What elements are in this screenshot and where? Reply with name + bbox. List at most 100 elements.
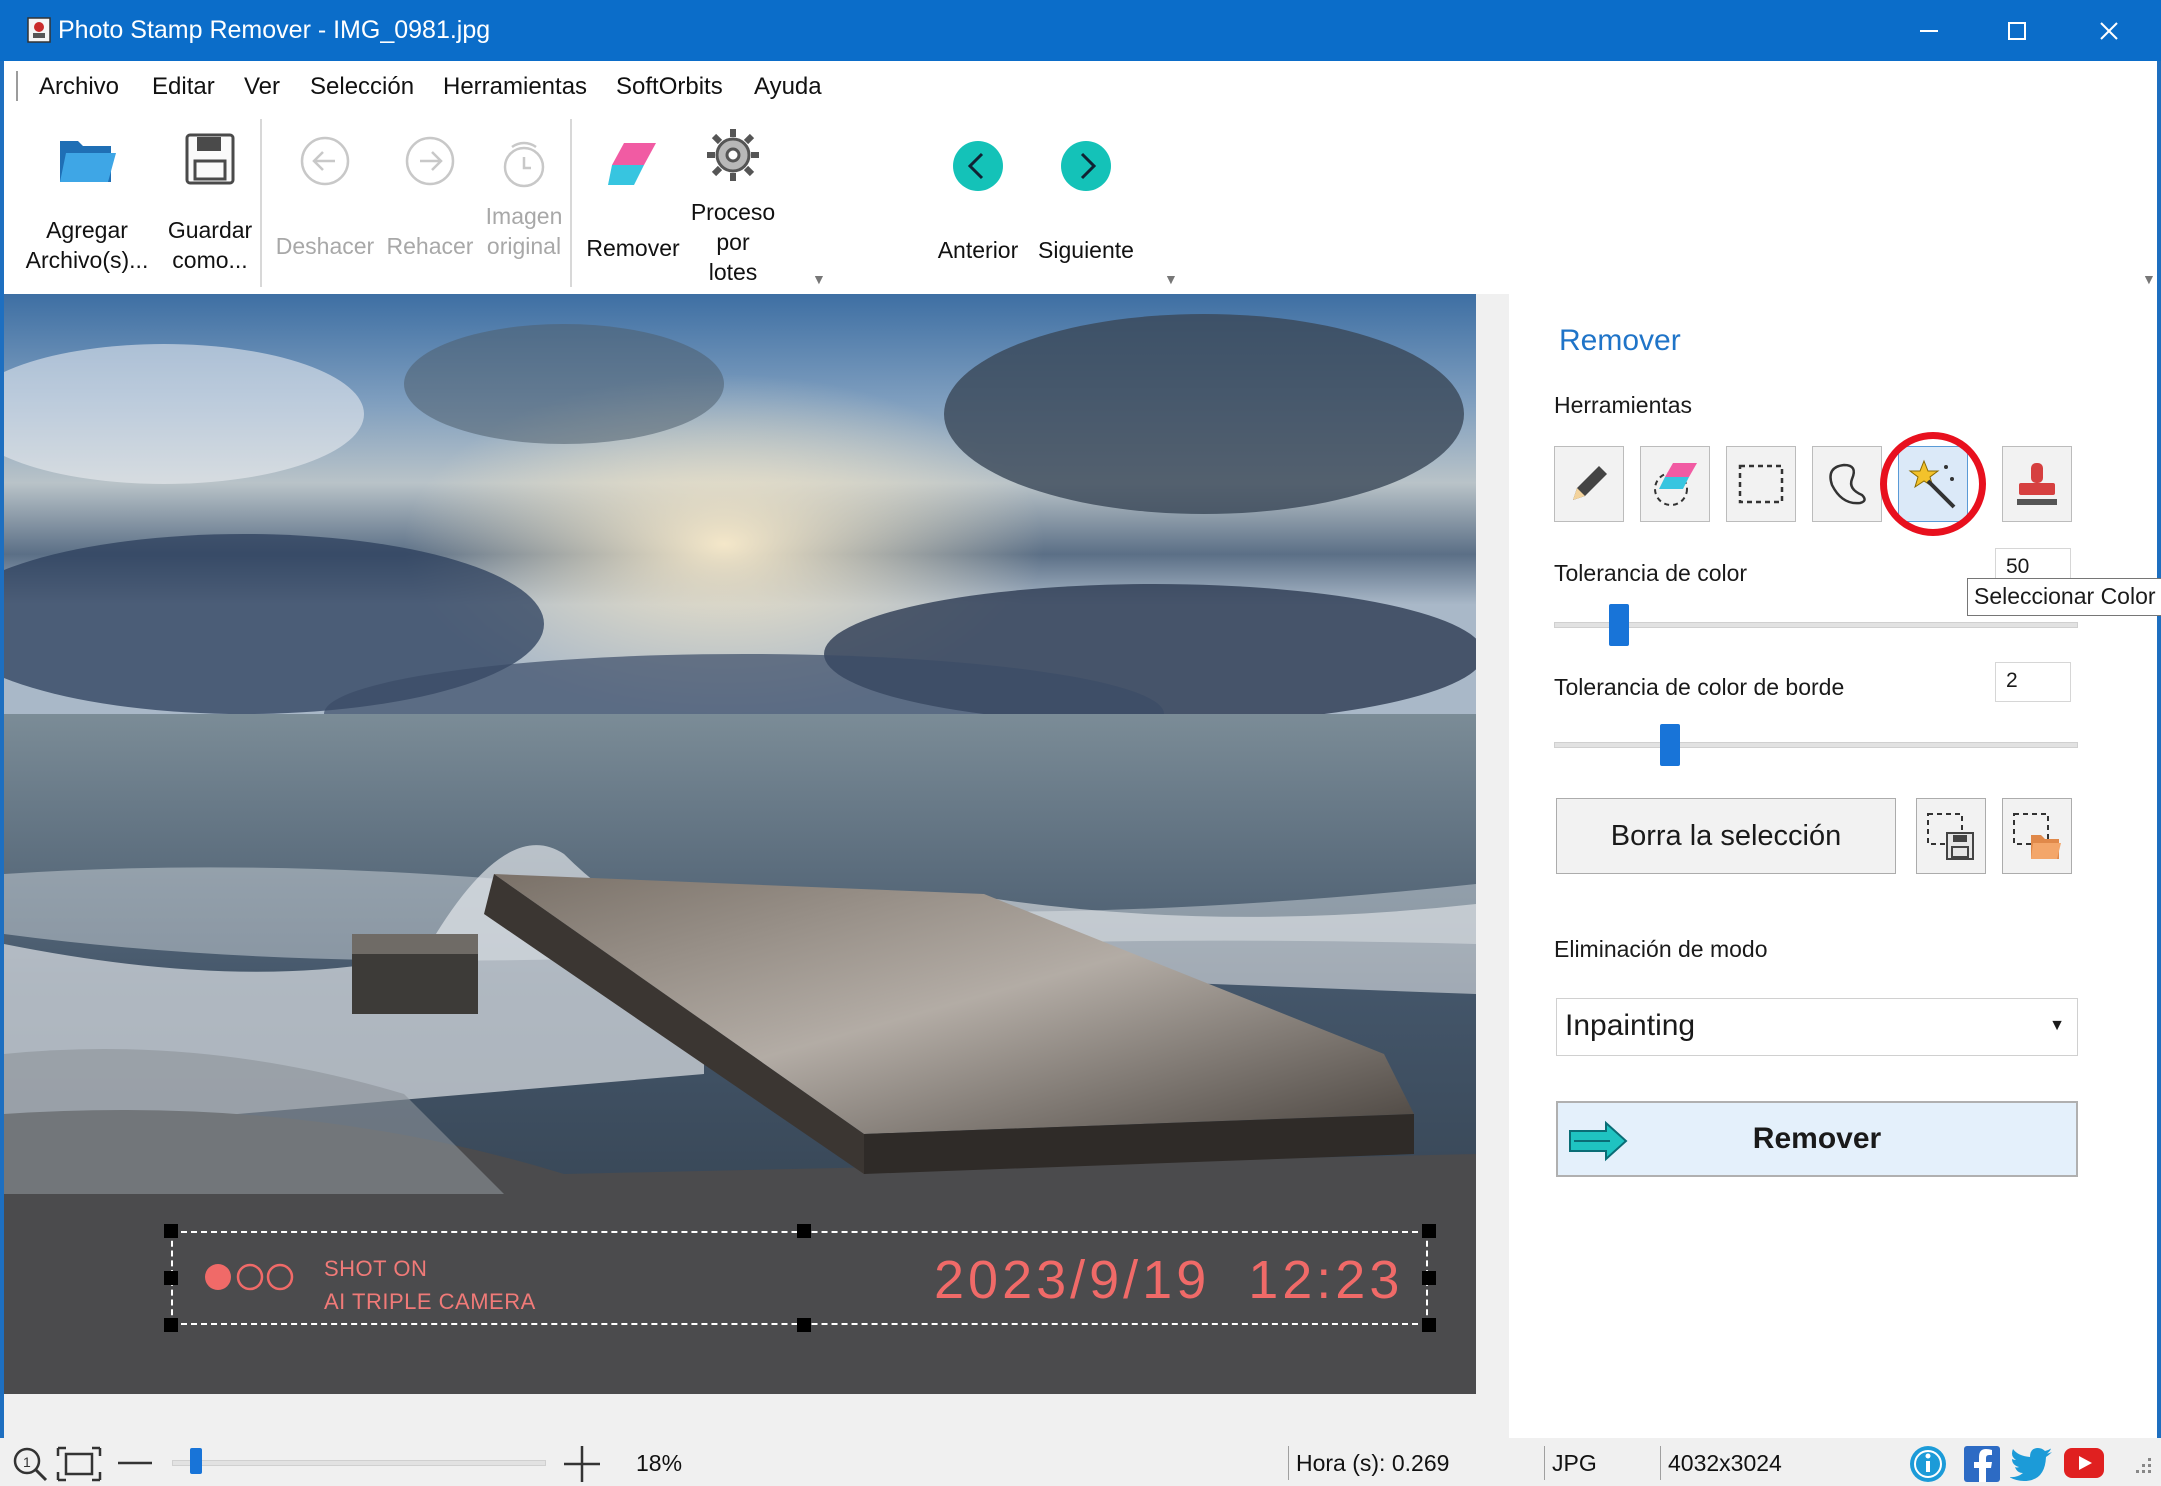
undo-button[interactable]: Deshacer [270, 135, 380, 261]
edge-tolerance-input[interactable]: 2 [1995, 662, 2071, 702]
twitter-icon[interactable] [2010, 1444, 2054, 1484]
lasso-icon [1829, 463, 1866, 505]
previous-arrow-icon [953, 141, 1003, 191]
window-border-right [2157, 61, 2161, 1438]
menu-grip [16, 71, 18, 101]
tooltip: Seleccionar Color [1967, 578, 2161, 616]
batch-process-button[interactable]: Proceso por lotes [678, 127, 788, 287]
facebook-icon[interactable] [1962, 1444, 2002, 1484]
maximize-button[interactable] [1971, 0, 2063, 61]
selection-handle[interactable] [164, 1271, 178, 1285]
status-separator [1544, 1446, 1545, 1480]
pencil-tool-button[interactable] [1554, 446, 1624, 522]
eraser-tool-button[interactable] [1640, 446, 1710, 522]
image-canvas[interactable]: SHOT ON AI TRIPLE CAMERA 2023/9/19 12:23 [4, 294, 1509, 1438]
rectangle-select-button[interactable] [1726, 446, 1796, 522]
tools-label: Herramientas [1554, 392, 1693, 418]
batch-label-1: Proceso [690, 199, 776, 225]
save-disk-icon [185, 133, 235, 185]
zoom-actual-size-icon[interactable]: 1 [12, 1446, 48, 1482]
menu-herramientas[interactable]: Herramientas [443, 73, 587, 101]
arrow-right-icon [1569, 1120, 1628, 1162]
original-image-label-2: original [486, 233, 562, 259]
add-files-label-2: Archivo(s)... [25, 247, 149, 273]
fit-to-window-icon[interactable] [56, 1446, 102, 1482]
image-format: JPG [1552, 1450, 1597, 1476]
folder-open-icon [60, 141, 116, 182]
redo-label: Rehacer [386, 233, 474, 259]
save-as-button[interactable]: Guardar como... [160, 131, 260, 275]
magic-wand-icon [1908, 459, 1956, 509]
magic-wand-tool-button[interactable] [1898, 446, 1968, 522]
resize-grip-icon[interactable] [2128, 1454, 2154, 1480]
save-selection-button[interactable] [1916, 798, 1986, 874]
rect-select-icon [1738, 464, 1784, 504]
menu-softorbits[interactable]: SoftOrbits [616, 73, 723, 101]
color-tolerance-slider[interactable] [1554, 622, 2078, 628]
selection-handle[interactable] [1422, 1271, 1436, 1285]
zoom-in-icon[interactable] [564, 1446, 600, 1482]
load-selection-button[interactable] [2002, 798, 2072, 874]
remove-button-label: Remover [1752, 1122, 1882, 1155]
remove-toolbar-label: Remover [586, 235, 680, 261]
menu-seleccion[interactable]: Selección [310, 73, 414, 101]
toolbar-overflow-icon[interactable]: ▼ [2142, 271, 2156, 287]
color-tolerance-slider-thumb[interactable] [1609, 604, 1630, 646]
batch-label-3: lotes [708, 259, 758, 285]
redo-button[interactable]: Rehacer [380, 135, 480, 261]
edge-tolerance-label: Tolerancia de color de borde [1554, 674, 1845, 700]
mode-dropdown[interactable]: Inpainting ▼ [1556, 998, 2078, 1056]
status-bar: 1 18% Hora (s): 0.269 JPG 4032x3024 [0, 1438, 2161, 1486]
next-arrow-icon [1061, 141, 1111, 191]
status-separator [1288, 1446, 1289, 1480]
info-icon[interactable] [1908, 1444, 1948, 1484]
title-bar: Photo Stamp Remover - IMG_0981.jpg [0, 0, 2161, 61]
minimize-button[interactable] [1883, 0, 1975, 61]
maximize-icon [2008, 21, 2026, 40]
batch-label-2: por [716, 229, 750, 255]
close-button[interactable] [2063, 0, 2155, 61]
remove-button[interactable]: Remover [1556, 1101, 2078, 1177]
selection-handle[interactable] [1422, 1318, 1436, 1332]
menu-ver[interactable]: Ver [244, 73, 280, 101]
lasso-tool-button[interactable] [1812, 446, 1882, 522]
original-image-button[interactable]: Imagen original [474, 139, 574, 261]
save-as-label-1: Guardar [167, 217, 253, 243]
selection-handle[interactable] [164, 1318, 178, 1332]
add-files-button[interactable]: Agregar Archivo(s)... [22, 131, 152, 275]
selection-box[interactable] [171, 1231, 1428, 1325]
mode-label: Eliminación de modo [1554, 936, 1768, 962]
toolbar-overflow-icon[interactable]: ▼ [812, 271, 826, 287]
edge-tolerance-slider-thumb[interactable] [1659, 724, 1680, 766]
eraser-icon [608, 143, 656, 185]
toolbar-separator [260, 119, 262, 287]
original-image-label-1: Imagen [485, 203, 563, 229]
previous-label: Anterior [937, 237, 1019, 263]
zoom-slider-thumb[interactable] [190, 1448, 203, 1474]
app-logo-icon [27, 17, 51, 43]
status-separator [1660, 1446, 1661, 1480]
remove-toolbar-button[interactable]: Remover [578, 139, 688, 263]
clone-stamp-tool-button[interactable] [2002, 446, 2072, 522]
toolbar-overflow-icon[interactable]: ▼ [1164, 271, 1178, 287]
remover-panel: Remover Herramientas Tolerancia de color… [1509, 294, 2157, 1438]
selection-handle[interactable] [164, 1224, 178, 1238]
selection-handle[interactable] [797, 1318, 811, 1332]
zoom-slider[interactable] [172, 1460, 546, 1466]
menu-archivo[interactable]: Archivo [39, 73, 119, 101]
clear-selection-button[interactable]: Borra la selección [1556, 798, 1896, 874]
selection-handle[interactable] [797, 1224, 811, 1238]
selection-handle[interactable] [1422, 1224, 1436, 1238]
youtube-icon[interactable] [2062, 1446, 2106, 1480]
previous-button[interactable]: Anterior [928, 139, 1028, 265]
stamp-icon [2017, 463, 2057, 505]
clock-reset-icon [503, 141, 545, 188]
pencil-icon [1573, 466, 1607, 500]
edge-tolerance-slider[interactable] [1554, 742, 2078, 748]
save-as-label-2: como... [172, 247, 248, 273]
close-icon [2100, 21, 2118, 40]
next-button[interactable]: Siguiente [1034, 139, 1138, 265]
zoom-out-icon[interactable] [118, 1460, 152, 1466]
menu-editar[interactable]: Editar [152, 73, 215, 101]
menu-ayuda[interactable]: Ayuda [754, 73, 822, 101]
